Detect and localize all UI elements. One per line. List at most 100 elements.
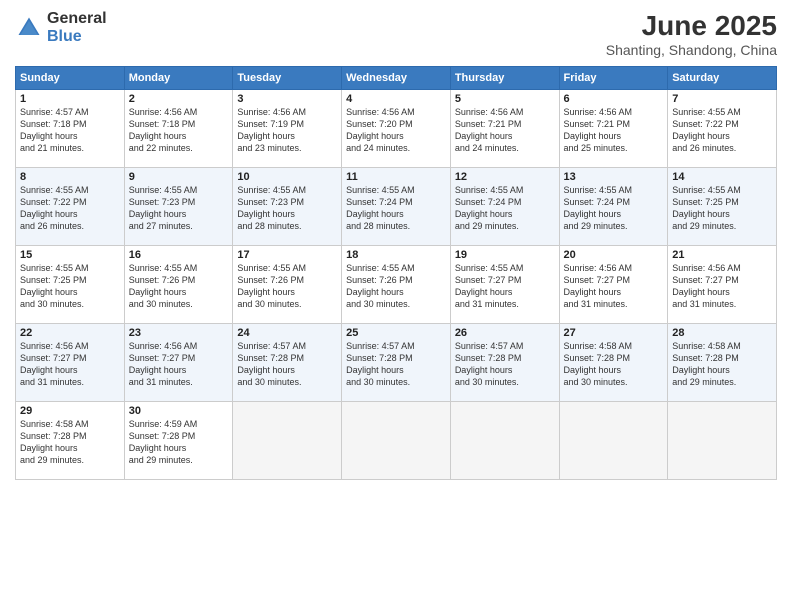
day-info: Sunrise: 4:56 AMSunset: 7:27 PMDaylight … — [564, 262, 664, 311]
table-row — [342, 402, 451, 480]
location: Shanting, Shandong, China — [606, 42, 777, 58]
day-number: 19 — [455, 249, 555, 261]
table-row: 7Sunrise: 4:55 AMSunset: 7:22 PMDaylight… — [668, 90, 777, 168]
day-number: 27 — [564, 327, 664, 339]
table-row: 22Sunrise: 4:56 AMSunset: 7:27 PMDayligh… — [16, 324, 125, 402]
logo-blue: Blue — [47, 28, 107, 46]
day-number: 21 — [672, 249, 772, 261]
day-number: 9 — [129, 171, 229, 183]
day-number: 8 — [20, 171, 120, 183]
day-info: Sunrise: 4:55 AMSunset: 7:24 PMDaylight … — [346, 184, 446, 233]
day-info: Sunrise: 4:55 AMSunset: 7:25 PMDaylight … — [672, 184, 772, 233]
calendar-week-1: 1Sunrise: 4:57 AMSunset: 7:18 PMDaylight… — [16, 90, 777, 168]
table-row: 5Sunrise: 4:56 AMSunset: 7:21 PMDaylight… — [450, 90, 559, 168]
day-number: 17 — [237, 249, 337, 261]
day-number: 12 — [455, 171, 555, 183]
day-info: Sunrise: 4:57 AMSunset: 7:28 PMDaylight … — [455, 340, 555, 389]
title-block: June 2025 Shanting, Shandong, China — [606, 10, 777, 58]
table-row: 24Sunrise: 4:57 AMSunset: 7:28 PMDayligh… — [233, 324, 342, 402]
col-friday: Friday — [559, 67, 668, 90]
col-monday: Monday — [124, 67, 233, 90]
col-wednesday: Wednesday — [342, 67, 451, 90]
day-number: 2 — [129, 93, 229, 105]
logo: General Blue — [15, 10, 107, 45]
day-info: Sunrise: 4:55 AMSunset: 7:24 PMDaylight … — [455, 184, 555, 233]
calendar-week-3: 15Sunrise: 4:55 AMSunset: 7:25 PMDayligh… — [16, 246, 777, 324]
day-number: 13 — [564, 171, 664, 183]
calendar: Sunday Monday Tuesday Wednesday Thursday… — [15, 66, 777, 480]
table-row: 19Sunrise: 4:55 AMSunset: 7:27 PMDayligh… — [450, 246, 559, 324]
day-number: 20 — [564, 249, 664, 261]
day-info: Sunrise: 4:57 AMSunset: 7:28 PMDaylight … — [346, 340, 446, 389]
day-info: Sunrise: 4:57 AMSunset: 7:18 PMDaylight … — [20, 106, 120, 155]
table-row: 11Sunrise: 4:55 AMSunset: 7:24 PMDayligh… — [342, 168, 451, 246]
table-row: 29Sunrise: 4:58 AMSunset: 7:28 PMDayligh… — [16, 402, 125, 480]
table-row: 27Sunrise: 4:58 AMSunset: 7:28 PMDayligh… — [559, 324, 668, 402]
day-number: 1 — [20, 93, 120, 105]
table-row: 3Sunrise: 4:56 AMSunset: 7:19 PMDaylight… — [233, 90, 342, 168]
day-number: 28 — [672, 327, 772, 339]
table-row: 16Sunrise: 4:55 AMSunset: 7:26 PMDayligh… — [124, 246, 233, 324]
day-info: Sunrise: 4:56 AMSunset: 7:27 PMDaylight … — [20, 340, 120, 389]
table-row: 18Sunrise: 4:55 AMSunset: 7:26 PMDayligh… — [342, 246, 451, 324]
day-info: Sunrise: 4:55 AMSunset: 7:24 PMDaylight … — [564, 184, 664, 233]
table-row: 14Sunrise: 4:55 AMSunset: 7:25 PMDayligh… — [668, 168, 777, 246]
table-row — [233, 402, 342, 480]
day-info: Sunrise: 4:55 AMSunset: 7:23 PMDaylight … — [237, 184, 337, 233]
day-info: Sunrise: 4:59 AMSunset: 7:28 PMDaylight … — [129, 418, 229, 467]
day-info: Sunrise: 4:55 AMSunset: 7:26 PMDaylight … — [346, 262, 446, 311]
table-row: 28Sunrise: 4:58 AMSunset: 7:28 PMDayligh… — [668, 324, 777, 402]
table-row: 8Sunrise: 4:55 AMSunset: 7:22 PMDaylight… — [16, 168, 125, 246]
day-info: Sunrise: 4:56 AMSunset: 7:27 PMDaylight … — [129, 340, 229, 389]
day-number: 23 — [129, 327, 229, 339]
table-row: 2Sunrise: 4:56 AMSunset: 7:18 PMDaylight… — [124, 90, 233, 168]
table-row — [450, 402, 559, 480]
calendar-week-5: 29Sunrise: 4:58 AMSunset: 7:28 PMDayligh… — [16, 402, 777, 480]
col-thursday: Thursday — [450, 67, 559, 90]
col-tuesday: Tuesday — [233, 67, 342, 90]
day-info: Sunrise: 4:56 AMSunset: 7:18 PMDaylight … — [129, 106, 229, 155]
table-row: 21Sunrise: 4:56 AMSunset: 7:27 PMDayligh… — [668, 246, 777, 324]
day-info: Sunrise: 4:58 AMSunset: 7:28 PMDaylight … — [564, 340, 664, 389]
day-info: Sunrise: 4:56 AMSunset: 7:21 PMDaylight … — [564, 106, 664, 155]
table-row: 9Sunrise: 4:55 AMSunset: 7:23 PMDaylight… — [124, 168, 233, 246]
day-info: Sunrise: 4:55 AMSunset: 7:26 PMDaylight … — [129, 262, 229, 311]
day-number: 14 — [672, 171, 772, 183]
day-number: 18 — [346, 249, 446, 261]
day-info: Sunrise: 4:56 AMSunset: 7:21 PMDaylight … — [455, 106, 555, 155]
day-info: Sunrise: 4:55 AMSunset: 7:23 PMDaylight … — [129, 184, 229, 233]
table-row: 1Sunrise: 4:57 AMSunset: 7:18 PMDaylight… — [16, 90, 125, 168]
day-number: 16 — [129, 249, 229, 261]
table-row: 12Sunrise: 4:55 AMSunset: 7:24 PMDayligh… — [450, 168, 559, 246]
day-number: 22 — [20, 327, 120, 339]
day-info: Sunrise: 4:55 AMSunset: 7:22 PMDaylight … — [20, 184, 120, 233]
day-number: 29 — [20, 405, 120, 417]
logo-icon — [15, 14, 43, 42]
day-number: 25 — [346, 327, 446, 339]
day-number: 5 — [455, 93, 555, 105]
col-sunday: Sunday — [16, 67, 125, 90]
day-number: 30 — [129, 405, 229, 417]
month-year: June 2025 — [606, 10, 777, 42]
day-number: 15 — [20, 249, 120, 261]
table-row — [559, 402, 668, 480]
calendar-week-4: 22Sunrise: 4:56 AMSunset: 7:27 PMDayligh… — [16, 324, 777, 402]
day-info: Sunrise: 4:57 AMSunset: 7:28 PMDaylight … — [237, 340, 337, 389]
table-row — [668, 402, 777, 480]
day-info: Sunrise: 4:58 AMSunset: 7:28 PMDaylight … — [20, 418, 120, 467]
table-row: 25Sunrise: 4:57 AMSunset: 7:28 PMDayligh… — [342, 324, 451, 402]
logo-text: General Blue — [47, 10, 107, 45]
table-row: 15Sunrise: 4:55 AMSunset: 7:25 PMDayligh… — [16, 246, 125, 324]
page: General Blue June 2025 Shanting, Shandon… — [0, 0, 792, 612]
table-row: 20Sunrise: 4:56 AMSunset: 7:27 PMDayligh… — [559, 246, 668, 324]
day-info: Sunrise: 4:55 AMSunset: 7:22 PMDaylight … — [672, 106, 772, 155]
table-row: 4Sunrise: 4:56 AMSunset: 7:20 PMDaylight… — [342, 90, 451, 168]
day-info: Sunrise: 4:55 AMSunset: 7:26 PMDaylight … — [237, 262, 337, 311]
table-row: 23Sunrise: 4:56 AMSunset: 7:27 PMDayligh… — [124, 324, 233, 402]
day-number: 4 — [346, 93, 446, 105]
day-number: 10 — [237, 171, 337, 183]
logo-general: General — [47, 10, 107, 28]
day-info: Sunrise: 4:56 AMSunset: 7:20 PMDaylight … — [346, 106, 446, 155]
day-number: 6 — [564, 93, 664, 105]
day-info: Sunrise: 4:56 AMSunset: 7:19 PMDaylight … — [237, 106, 337, 155]
